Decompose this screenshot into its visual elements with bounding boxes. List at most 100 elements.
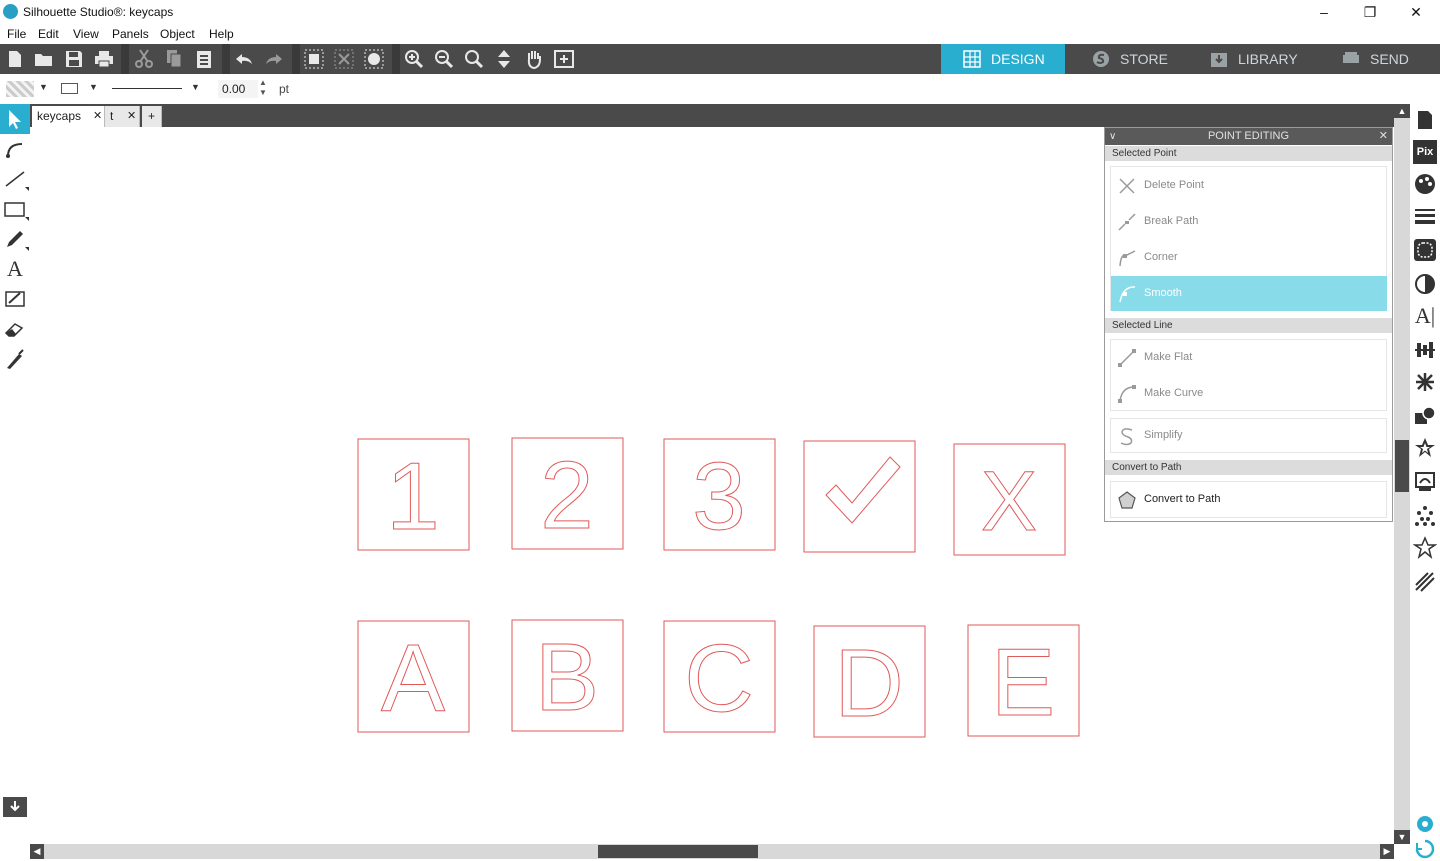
vertical-scrollbar[interactable]: ▲ ▼ [1394,104,1410,844]
tab-t[interactable]: t ✕ [105,106,140,127]
line-style-preview[interactable] [112,88,182,89]
keycap-checkmark-shape[interactable] [825,456,901,524]
line-tool[interactable] [0,164,30,194]
ungroup-icon[interactable] [332,47,356,71]
knife-tool[interactable] [0,344,30,374]
align-icon[interactable] [1413,338,1437,362]
transparency-icon[interactable] [1413,272,1437,296]
hand-pan-icon[interactable] [522,47,546,71]
open-folder-icon[interactable] [32,47,56,71]
eraser-tool[interactable] [0,314,30,344]
menu-help[interactable]: Help [209,27,234,41]
paste-icon[interactable] [192,47,216,71]
group-icon[interactable] [302,47,326,71]
simplify-button[interactable]: Simplify [1111,418,1387,453]
copy-icon[interactable] [162,47,186,71]
menu-object[interactable]: Object [160,27,195,41]
horizontal-scroll-thumb[interactable] [598,845,758,858]
vertical-scroll-thumb[interactable] [1395,440,1409,492]
settings-gear-icon[interactable] [1413,812,1437,836]
tab-store[interactable]: STORE [1070,44,1188,74]
minimize-button[interactable]: – [1301,0,1347,24]
close-window-button[interactable]: ✕ [1393,0,1439,24]
hatch-fill-icon[interactable] [1413,570,1437,594]
tab-keycaps[interactable]: keycaps ✕ [32,106,105,127]
menu-file[interactable]: File [7,27,26,41]
smooth-button[interactable]: Smooth [1111,276,1387,311]
restore-button[interactable]: ❐ [1347,0,1393,24]
keycap-label-3: 3 [692,443,745,550]
point-edit-tool[interactable] [0,134,30,164]
right-panel-toolbar: Pix A| [1410,104,1440,859]
zoom-in-icon[interactable] [402,47,426,71]
text-style-icon[interactable]: A| [1413,304,1437,328]
new-document-icon[interactable] [3,47,27,71]
line-color-swatch[interactable] [61,83,78,94]
scroll-left-icon[interactable]: ◀ [30,844,44,859]
line-style-icon[interactable] [1413,204,1437,228]
collapse-chevron-icon[interactable]: ∨ [1109,128,1116,145]
silhouette-app-icon [3,4,18,19]
break-path-button[interactable]: Break Path [1111,204,1387,239]
sketch-effect-icon[interactable] [1413,504,1437,528]
undo-icon[interactable] [232,47,256,71]
line-width-stepper[interactable]: ▲ ▼ [259,78,267,98]
delete-point-label: Delete Point [1144,179,1204,191]
horizontal-scrollbar[interactable]: ◀ ▶ [30,844,1394,859]
trace-icon[interactable] [1413,470,1437,494]
pixscan-icon[interactable]: Pix [1413,140,1437,164]
menu-view[interactable]: View [73,27,99,41]
freehand-tool[interactable] [0,224,30,254]
replicate-icon[interactable] [1413,370,1437,394]
fit-to-page-icon[interactable] [552,47,576,71]
sketch-tool[interactable] [0,284,30,314]
section-convert-to-path: Convert to Path [1105,460,1392,475]
close-tab-icon[interactable]: ✕ [127,106,136,127]
make-curve-button[interactable]: Make Curve [1111,376,1387,411]
rectangle-tool[interactable] [0,194,30,224]
select-tool[interactable] [0,104,30,134]
keycap-frame[interactable] [803,440,916,553]
tab-send[interactable]: SEND [1320,44,1440,74]
line-style-dropdown-icon[interactable]: ▼ [191,82,200,92]
tab-design[interactable]: DESIGN [941,44,1065,74]
favorites-star-icon[interactable] [1413,536,1437,560]
line-color-dropdown-icon[interactable]: ▼ [89,82,98,92]
convert-to-path-button[interactable]: Convert to Path [1111,482,1387,517]
redo-icon[interactable] [262,47,286,71]
line-width-input[interactable]: 0.00 [218,80,258,98]
toolbar-separator [292,44,300,74]
library-download-button[interactable] [3,797,27,817]
delete-x-icon [1119,178,1135,194]
refresh-sync-icon[interactable] [1413,837,1437,861]
page-setup-icon[interactable] [1413,108,1437,132]
scroll-up-icon[interactable]: ▲ [1394,104,1410,118]
text-tool-icon[interactable]: A [0,254,30,284]
fill-pattern-swatch[interactable] [6,81,34,97]
scroll-down-icon[interactable]: ▼ [1394,830,1410,844]
add-tab-button[interactable]: + [142,106,162,127]
cut-icon[interactable] [132,47,156,71]
corner-button[interactable]: Corner [1111,240,1387,275]
tab-library[interactable]: LIBRARY [1188,44,1318,74]
scroll-right-icon[interactable]: ▶ [1380,844,1394,859]
offset-star-icon[interactable] [1413,436,1437,460]
zoom-fit-icon[interactable] [462,47,486,71]
close-panel-icon[interactable]: ✕ [1379,128,1388,145]
point-editing-panel-icon[interactable] [1413,238,1437,262]
modify-icon[interactable] [1413,404,1437,428]
delete-point-button[interactable]: Delete Point [1111,168,1387,203]
make-flat-button[interactable]: Make Flat [1111,340,1387,375]
compound-path-icon[interactable] [362,47,386,71]
zoom-out-icon[interactable] [432,47,456,71]
menu-edit[interactable]: Edit [38,27,59,41]
fill-dropdown-arrow-icon[interactable]: ▼ [39,82,48,92]
fill-palette-icon[interactable] [1413,172,1437,196]
save-icon[interactable] [62,47,86,71]
close-tab-icon[interactable]: ✕ [93,106,102,127]
print-icon[interactable] [92,47,116,71]
pan-move-icon[interactable] [492,47,516,71]
section-selected-line: Selected Line [1105,318,1392,333]
line-width-unit: pt [279,82,290,96]
menu-panels[interactable]: Panels [112,27,149,41]
